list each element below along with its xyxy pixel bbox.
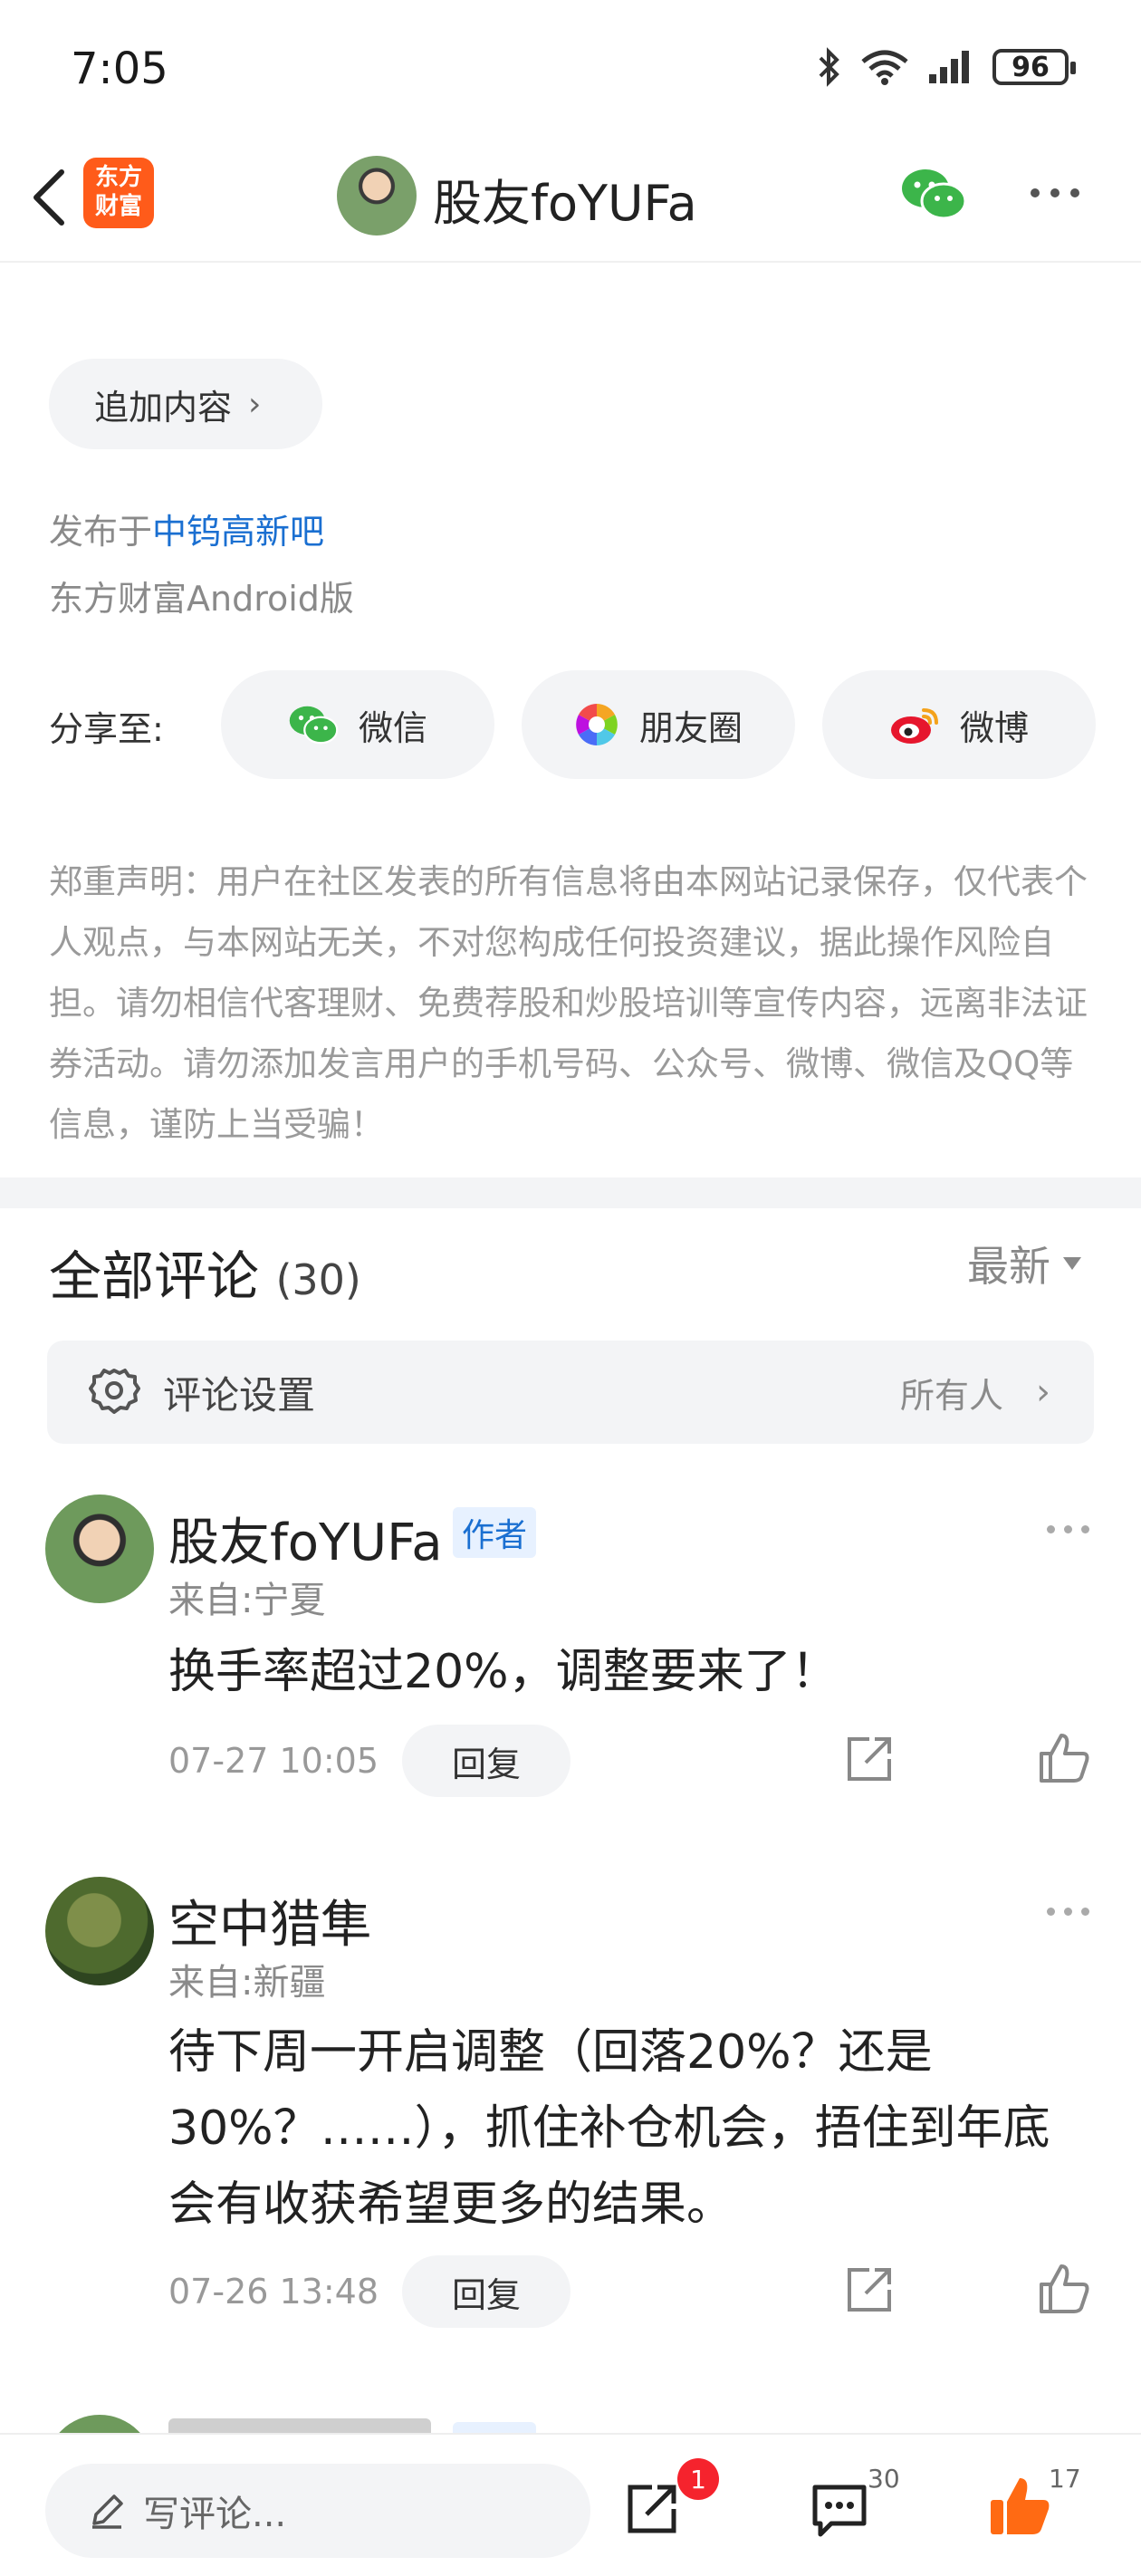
signal-icon [929, 51, 969, 83]
comments-heading: 全部评论 (30) [49, 1245, 361, 1307]
back-button[interactable] [22, 161, 76, 234]
avatar[interactable] [45, 1877, 154, 1985]
share-label: 分享至: [49, 709, 164, 749]
back-arrow-icon [34, 169, 64, 226]
gear-icon [89, 1369, 140, 1414]
share-moments-button[interactable]: 朋友圈 [522, 670, 795, 779]
comment-text: 待下周一开启调整（回落20%？还是30%？……），抓住补仓机会，捂住到年底会有收… [168, 2025, 1050, 2232]
commenter-name[interactable]: 空中猎隼 [168, 1884, 371, 1957]
comment-count: 30 [868, 2464, 900, 2494]
caret-down-icon [1063, 1257, 1081, 1270]
commenter-name-cutoff [168, 2418, 431, 2433]
commenter-location: 来自:新疆 [168, 1962, 326, 2004]
chevron-right-icon: › [1036, 1371, 1050, 1413]
wechat-icon [289, 706, 339, 745]
bottom-bar: 写评论... 1 30 17 [0, 2433, 1141, 2576]
app-logo[interactable]: 东方 财富 [83, 158, 154, 228]
disclaimer-text: 郑重声明：用户在社区发表的所有信息将由本网站记录保存，仅代表个人观点，与本网站无… [49, 862, 1088, 1144]
comments-count: (30) [275, 1255, 361, 1304]
comment-more-button[interactable] [1047, 1908, 1089, 1916]
like-icon[interactable] [1038, 1732, 1090, 1784]
like-icon[interactable] [1038, 2263, 1090, 2315]
reply-button[interactable]: 回复 [402, 1725, 570, 1797]
chevron-right-icon: › [248, 385, 262, 423]
commenter-location: 来自:宁夏 [168, 1580, 326, 1621]
published-in: 发布于中钨高新吧 [49, 512, 325, 552]
section-divider [0, 1177, 1141, 1208]
comment-icon[interactable] [810, 2482, 869, 2540]
pencil-icon [92, 2494, 123, 2529]
append-content-button[interactable]: 追加内容 › [49, 359, 322, 449]
status-icons: 96 [817, 47, 1076, 87]
top-nav: 东方 财富 股友foYUFa [0, 136, 1141, 263]
moments-icon [576, 704, 618, 745]
share-icon[interactable] [844, 2264, 895, 2315]
wechat-share-icon[interactable] [900, 165, 967, 223]
share-wechat-button[interactable]: 微信 [221, 670, 494, 779]
author-badge-cutoff [453, 2422, 536, 2433]
bluetooth-icon [819, 47, 839, 87]
comment-time: 07-26 13:48 [168, 2272, 379, 2312]
reply-button[interactable]: 回复 [402, 2255, 570, 2328]
status-bar: 7:05 96 [0, 0, 1141, 136]
next-comment-peek [0, 2409, 1141, 2433]
comment-settings-label: 评论设置 [163, 1372, 316, 1418]
battery-indicator: 96 [992, 49, 1076, 85]
like-filled-icon[interactable] [987, 2473, 1052, 2538]
author-badge: 作者 [453, 1507, 537, 1558]
comment-more-button[interactable] [1047, 1525, 1089, 1533]
share-weibo-button[interactable]: 微博 [822, 670, 1096, 779]
like-count: 17 [1049, 2464, 1081, 2494]
sort-dropdown[interactable]: 最新 [967, 1234, 1081, 1293]
weibo-icon [890, 708, 938, 744]
status-time: 7:05 [71, 43, 168, 94]
more-options-button[interactable] [1031, 188, 1079, 197]
bar-link[interactable]: 中钨高新吧 [152, 512, 324, 552]
page-title[interactable]: 股友foYUFa [433, 163, 697, 235]
platform-label: 东方财富Android版 [49, 579, 354, 619]
comment-time: 07-27 10:05 [168, 1741, 379, 1781]
comment-settings-row[interactable]: 评论设置 所有人 › [47, 1341, 1094, 1444]
avatar[interactable] [45, 1495, 154, 1603]
write-comment-input[interactable]: 写评论... [45, 2464, 590, 2558]
wifi-icon [861, 50, 908, 85]
share-icon[interactable] [623, 2480, 681, 2538]
comment-text: 换手率超过20%，调整要来了！ [168, 1645, 839, 1699]
comment-settings-scope: 所有人 [899, 1375, 1003, 1416]
author-avatar[interactable] [337, 156, 417, 235]
share-badge: 1 [677, 2458, 719, 2500]
share-icon[interactable] [844, 1734, 895, 1784]
avatar [45, 2415, 154, 2433]
commenter-name[interactable]: 股友foYUFa [168, 1502, 443, 1575]
